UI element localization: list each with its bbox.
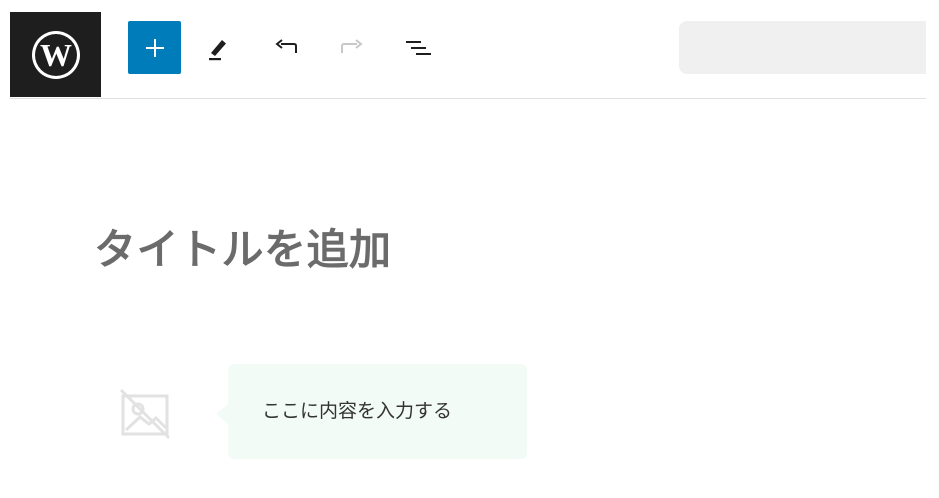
- post-title-input[interactable]: タイトルを追加: [94, 222, 392, 278]
- editor-toolbar: W: [10, 12, 926, 99]
- list-view-button[interactable]: [400, 30, 436, 66]
- speech-balloon[interactable]: ここに内容を入力する: [216, 364, 527, 459]
- tools-button[interactable]: [200, 30, 236, 66]
- image-placeholder[interactable]: [116, 384, 174, 442]
- undo-button[interactable]: [268, 30, 304, 66]
- redo-icon: [341, 39, 363, 53]
- svg-text:W: W: [40, 37, 72, 73]
- redo-button[interactable]: [334, 30, 370, 66]
- document-bar[interactable]: [679, 21, 926, 74]
- plus-icon: [145, 38, 164, 57]
- balloon-tail: [216, 404, 228, 424]
- wordpress-logo-icon: W: [31, 30, 80, 79]
- add-block-button[interactable]: [128, 21, 181, 74]
- list-view-icon: [406, 41, 431, 55]
- wordpress-logo-button[interactable]: W: [10, 12, 101, 97]
- pencil-icon: [209, 40, 226, 61]
- image-off-icon: [119, 388, 171, 440]
- block-editor: W タイトルを追加 ここに内容を入力する: [0, 0, 939, 498]
- undo-icon: [275, 39, 297, 53]
- balloon-text[interactable]: ここに内容を入力する: [262, 399, 452, 423]
